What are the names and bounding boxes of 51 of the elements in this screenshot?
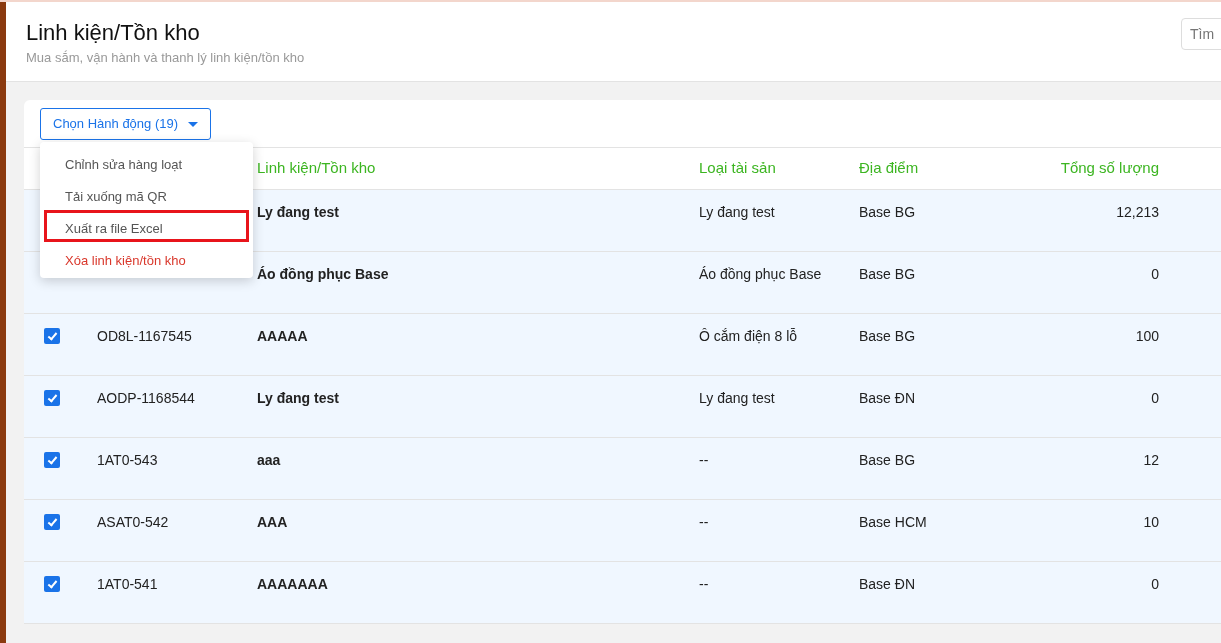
item-name: AAAAAAA: [257, 576, 328, 592]
location-cell: Base ĐN: [859, 390, 916, 406]
quantity-cell: 12,213: [1116, 204, 1159, 220]
item-name: Ly đang test: [257, 390, 339, 406]
row-checkbox[interactable]: [44, 576, 60, 592]
item-name: Ly đang test: [257, 204, 339, 220]
asset-type: Ly đang test: [699, 204, 775, 220]
item-name: AAAAA: [257, 328, 308, 344]
item-code: OD8L-1167545: [97, 328, 192, 344]
location-cell: Base BG: [859, 266, 916, 282]
location-cell: Base HCM: [859, 514, 927, 530]
item-code: ASAT0-542: [97, 514, 169, 530]
quantity-cell: 0: [1151, 266, 1159, 282]
caret-icon: [188, 121, 199, 127]
location-cell: Base BG: [859, 452, 916, 468]
asset-type: Áo đồng phục Base: [699, 266, 822, 282]
asset-type: Ô cắm điện 8 lỗ: [699, 328, 798, 344]
menu-item[interactable]: Tải xuống mã QR: [44, 178, 249, 210]
column-header: Tổng số lượng: [1059, 158, 1160, 179]
item-name: Áo đồng phục Base: [257, 266, 389, 282]
quantity-cell: 100: [1135, 328, 1159, 344]
asset-type: Ly đang test: [699, 390, 775, 406]
row-checkbox[interactable]: [44, 514, 60, 530]
page-subtitle: Mua sắm, vận hành và thanh lý linh kiện/tồn kho: [26, 49, 305, 67]
row-checkbox[interactable]: [44, 452, 60, 468]
quantity-cell: 12: [1143, 452, 1159, 468]
asset-type: --: [699, 576, 709, 592]
item-code: 1AT0-543: [97, 452, 158, 468]
page-title: Linh kiện/Tồn kho: [26, 20, 200, 46]
quantity-cell: 0: [1151, 390, 1159, 406]
asset-type: --: [699, 514, 709, 530]
location-cell: Base BG: [859, 204, 916, 220]
quantity-cell: 10: [1143, 514, 1159, 530]
asset-type: --: [699, 452, 709, 468]
row-checkbox[interactable]: [44, 328, 60, 344]
menu-item[interactable]: Chỉnh sửa hàng loạt: [44, 146, 249, 178]
search-field[interactable]: Tìm: [1181, 18, 1221, 50]
item-name: aaa: [257, 452, 281, 468]
item-code: AODP-1168544: [97, 390, 195, 406]
action-dropdown-button[interactable]: Chọn Hành động (19): [40, 108, 212, 140]
item-name: AAA: [257, 514, 288, 530]
item-code: 1AT0-541: [97, 576, 158, 592]
menu-item[interactable]: Xóa linh kiện/tồn kho: [44, 242, 249, 274]
location-cell: Base ĐN: [859, 576, 916, 592]
column-header: Linh kiện/Tồn kho: [256, 158, 377, 179]
row-checkbox[interactable]: [44, 390, 60, 406]
menu-item[interactable]: Xuất ra file Excel: [44, 210, 249, 242]
column-header: Địa điểm: [858, 158, 920, 179]
location-cell: Base BG: [859, 328, 916, 344]
quantity-cell: 0: [1151, 576, 1159, 592]
column-header: Loại tài sản: [698, 158, 777, 179]
